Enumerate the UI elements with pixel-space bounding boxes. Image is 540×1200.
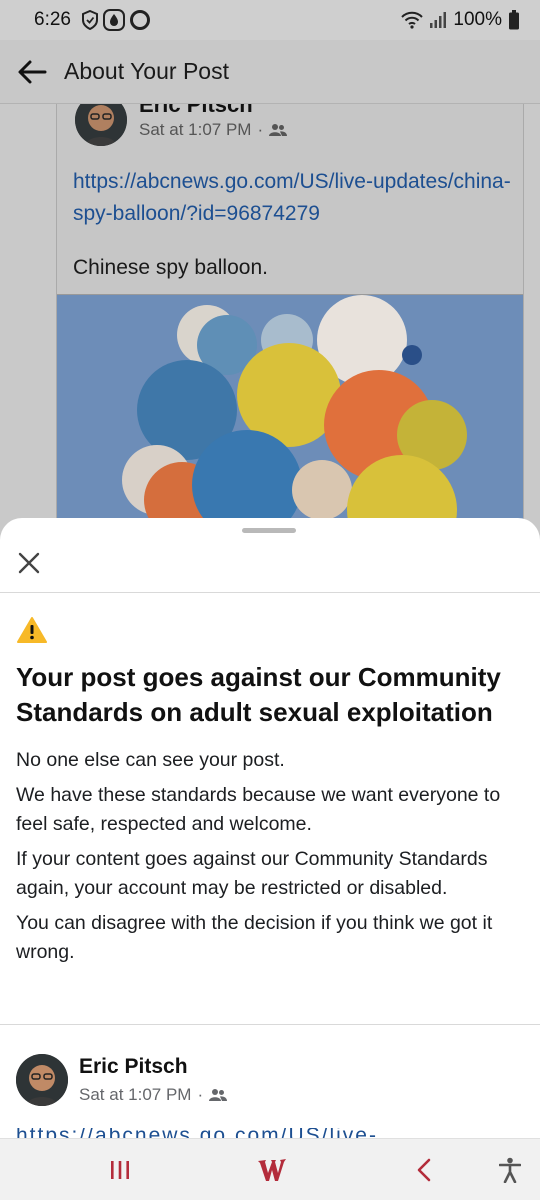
back-nav-button[interactable] <box>404 1153 444 1187</box>
shield-icon <box>81 10 98 30</box>
home-button[interactable] <box>250 1153 294 1187</box>
divider <box>0 592 540 593</box>
warning-badge <box>16 616 48 649</box>
wifi-icon <box>401 11 424 29</box>
post-caption: Chinese spy balloon. <box>73 256 268 279</box>
reported-post-author-name[interactable]: Eric Pitsch <box>79 1055 227 1079</box>
paragraph-visibility: No one else can see your post. <box>16 749 285 771</box>
close-button[interactable] <box>12 546 46 580</box>
status-icons-right: 100% <box>401 9 520 31</box>
avatar[interactable] <box>75 104 127 146</box>
home-icon <box>258 1159 286 1181</box>
drag-handle[interactable] <box>242 528 296 533</box>
arrow-left-icon <box>18 60 47 83</box>
background-post-author[interactable]: Eric Pitsch Sat at 1:07 PM · <box>75 104 288 146</box>
navigation-bar <box>0 1138 540 1200</box>
recents-icon <box>111 1161 129 1179</box>
avatar[interactable] <box>16 1054 68 1106</box>
violation-explanation: No one else can see your post. We have t… <box>16 746 526 973</box>
paragraph-consequence: If your content goes against our Communi… <box>16 848 488 899</box>
recents-button[interactable] <box>100 1153 140 1187</box>
back-icon <box>417 1158 431 1182</box>
app-header: About Your Post <box>0 40 540 104</box>
divider <box>0 1024 540 1025</box>
paragraph-disagree: You can disagree with the decision if yo… <box>16 912 493 963</box>
status-icons-left <box>81 9 151 31</box>
accessibility-button[interactable] <box>490 1153 530 1187</box>
status-bar: 6:26 100% <box>0 0 540 40</box>
community-standards-sheet: Your post goes against our Community Sta… <box>0 518 540 1138</box>
post-author-name[interactable]: Eric Pitsch <box>139 104 287 118</box>
signal-icon <box>430 12 447 28</box>
close-icon <box>18 552 40 574</box>
violation-headline: Your post goes against our Community Sta… <box>16 662 501 727</box>
battery-icon <box>509 10 519 30</box>
friends-icon <box>209 1089 228 1101</box>
warning-icon <box>17 617 47 643</box>
reported-post-link[interactable]: https://abcnews.go.com/US/live-updates/c… <box>16 1128 536 1138</box>
post-photo[interactable] <box>57 294 523 524</box>
reported-post-timestamp[interactable]: Sat at 1:07 PM <box>79 1085 191 1105</box>
background-post: Eric Pitsch Sat at 1:07 PM · https://abc… <box>56 104 524 524</box>
paragraph-reason: We have these standards because we want … <box>16 784 501 835</box>
status-time: 6:26 <box>34 9 71 30</box>
battery-percent: 100% <box>453 9 502 30</box>
post-link[interactable]: https://abcnews.go.com/US/live-updates/c… <box>73 166 513 230</box>
water-drop-icon <box>102 9 125 31</box>
reported-post-author[interactable]: Eric Pitsch Sat at 1:07 PM · <box>16 1054 228 1106</box>
back-button[interactable] <box>0 40 64 104</box>
reported-post-link-peek[interactable]: https://abcnews.go.com/US/live-updates/c… <box>16 1128 536 1138</box>
post-timestamp[interactable]: Sat at 1:07 PM <box>139 120 251 140</box>
circle-icon <box>129 10 150 30</box>
page-title: About Your Post <box>64 58 229 84</box>
friends-icon <box>269 124 288 136</box>
accessibility-icon <box>499 1157 521 1183</box>
